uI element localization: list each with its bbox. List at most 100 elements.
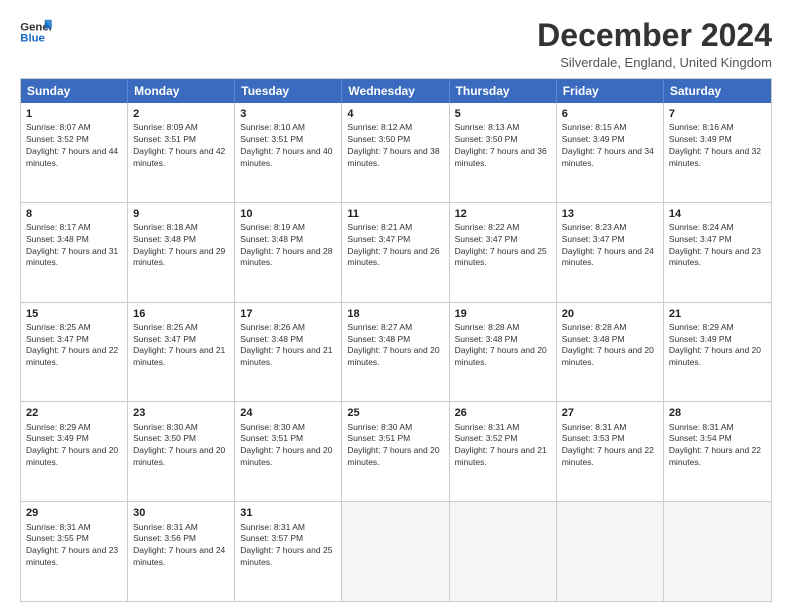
calendar-cell: 8 Sunrise: 8:17 AMSunset: 3:48 PMDayligh… xyxy=(21,203,128,302)
cell-info: Sunrise: 8:22 AMSunset: 3:47 PMDaylight:… xyxy=(455,222,547,267)
cell-info: Sunrise: 8:12 AMSunset: 3:50 PMDaylight:… xyxy=(347,122,439,167)
calendar-cell: 26 Sunrise: 8:31 AMSunset: 3:52 PMDaylig… xyxy=(450,402,557,501)
day-number: 17 xyxy=(240,307,336,321)
calendar-cell: 23 Sunrise: 8:30 AMSunset: 3:50 PMDaylig… xyxy=(128,402,235,501)
calendar-cell: 16 Sunrise: 8:25 AMSunset: 3:47 PMDaylig… xyxy=(128,303,235,402)
header-wednesday: Wednesday xyxy=(342,79,449,103)
calendar-cell: 7 Sunrise: 8:16 AMSunset: 3:49 PMDayligh… xyxy=(664,103,771,202)
calendar-row-3: 15 Sunrise: 8:25 AMSunset: 3:47 PMDaylig… xyxy=(21,303,771,403)
cell-info: Sunrise: 8:31 AMSunset: 3:55 PMDaylight:… xyxy=(26,522,118,567)
calendar-cell: 2 Sunrise: 8:09 AMSunset: 3:51 PMDayligh… xyxy=(128,103,235,202)
cell-info: Sunrise: 8:29 AMSunset: 3:49 PMDaylight:… xyxy=(26,422,118,467)
cell-info: Sunrise: 8:31 AMSunset: 3:52 PMDaylight:… xyxy=(455,422,547,467)
day-number: 5 xyxy=(455,107,551,121)
calendar-cell: 18 Sunrise: 8:27 AMSunset: 3:48 PMDaylig… xyxy=(342,303,449,402)
day-number: 31 xyxy=(240,506,336,520)
day-number: 6 xyxy=(562,107,658,121)
cell-info: Sunrise: 8:28 AMSunset: 3:48 PMDaylight:… xyxy=(455,322,547,367)
day-number: 28 xyxy=(669,406,766,420)
cell-info: Sunrise: 8:15 AMSunset: 3:49 PMDaylight:… xyxy=(562,122,654,167)
calendar-cell xyxy=(557,502,664,601)
header-friday: Friday xyxy=(557,79,664,103)
calendar-cell: 14 Sunrise: 8:24 AMSunset: 3:47 PMDaylig… xyxy=(664,203,771,302)
calendar-cell: 11 Sunrise: 8:21 AMSunset: 3:47 PMDaylig… xyxy=(342,203,449,302)
day-number: 29 xyxy=(26,506,122,520)
cell-info: Sunrise: 8:25 AMSunset: 3:47 PMDaylight:… xyxy=(133,322,225,367)
day-number: 19 xyxy=(455,307,551,321)
cell-info: Sunrise: 8:31 AMSunset: 3:56 PMDaylight:… xyxy=(133,522,225,567)
day-number: 7 xyxy=(669,107,766,121)
main-title: December 2024 xyxy=(537,18,772,53)
day-number: 10 xyxy=(240,207,336,221)
logo-icon: General Blue xyxy=(20,18,52,46)
calendar-cell: 5 Sunrise: 8:13 AMSunset: 3:50 PMDayligh… xyxy=(450,103,557,202)
page: General Blue December 2024 Silverdale, E… xyxy=(0,0,792,612)
cell-info: Sunrise: 8:30 AMSunset: 3:51 PMDaylight:… xyxy=(240,422,332,467)
calendar: Sunday Monday Tuesday Wednesday Thursday… xyxy=(20,78,772,602)
calendar-cell: 27 Sunrise: 8:31 AMSunset: 3:53 PMDaylig… xyxy=(557,402,664,501)
cell-info: Sunrise: 8:21 AMSunset: 3:47 PMDaylight:… xyxy=(347,222,439,267)
day-number: 2 xyxy=(133,107,229,121)
header-sunday: Sunday xyxy=(21,79,128,103)
calendar-cell: 15 Sunrise: 8:25 AMSunset: 3:47 PMDaylig… xyxy=(21,303,128,402)
calendar-cell: 29 Sunrise: 8:31 AMSunset: 3:55 PMDaylig… xyxy=(21,502,128,601)
cell-info: Sunrise: 8:24 AMSunset: 3:47 PMDaylight:… xyxy=(669,222,761,267)
day-number: 21 xyxy=(669,307,766,321)
day-number: 16 xyxy=(133,307,229,321)
cell-info: Sunrise: 8:07 AMSunset: 3:52 PMDaylight:… xyxy=(26,122,118,167)
cell-info: Sunrise: 8:27 AMSunset: 3:48 PMDaylight:… xyxy=(347,322,439,367)
calendar-cell: 4 Sunrise: 8:12 AMSunset: 3:50 PMDayligh… xyxy=(342,103,449,202)
calendar-header: Sunday Monday Tuesday Wednesday Thursday… xyxy=(21,79,771,103)
day-number: 13 xyxy=(562,207,658,221)
header-tuesday: Tuesday xyxy=(235,79,342,103)
calendar-cell: 12 Sunrise: 8:22 AMSunset: 3:47 PMDaylig… xyxy=(450,203,557,302)
cell-info: Sunrise: 8:10 AMSunset: 3:51 PMDaylight:… xyxy=(240,122,332,167)
logo: General Blue xyxy=(20,18,52,46)
calendar-cell: 17 Sunrise: 8:26 AMSunset: 3:48 PMDaylig… xyxy=(235,303,342,402)
calendar-row-2: 8 Sunrise: 8:17 AMSunset: 3:48 PMDayligh… xyxy=(21,203,771,303)
calendar-cell: 30 Sunrise: 8:31 AMSunset: 3:56 PMDaylig… xyxy=(128,502,235,601)
day-number: 22 xyxy=(26,406,122,420)
cell-info: Sunrise: 8:19 AMSunset: 3:48 PMDaylight:… xyxy=(240,222,332,267)
calendar-cell xyxy=(664,502,771,601)
day-number: 14 xyxy=(669,207,766,221)
calendar-row-1: 1 Sunrise: 8:07 AMSunset: 3:52 PMDayligh… xyxy=(21,103,771,203)
calendar-cell: 6 Sunrise: 8:15 AMSunset: 3:49 PMDayligh… xyxy=(557,103,664,202)
cell-info: Sunrise: 8:31 AMSunset: 3:54 PMDaylight:… xyxy=(669,422,761,467)
day-number: 1 xyxy=(26,107,122,121)
cell-info: Sunrise: 8:30 AMSunset: 3:50 PMDaylight:… xyxy=(133,422,225,467)
day-number: 11 xyxy=(347,207,443,221)
cell-info: Sunrise: 8:18 AMSunset: 3:48 PMDaylight:… xyxy=(133,222,225,267)
calendar-cell: 20 Sunrise: 8:28 AMSunset: 3:48 PMDaylig… xyxy=(557,303,664,402)
subtitle: Silverdale, England, United Kingdom xyxy=(537,55,772,70)
cell-info: Sunrise: 8:09 AMSunset: 3:51 PMDaylight:… xyxy=(133,122,225,167)
cell-info: Sunrise: 8:30 AMSunset: 3:51 PMDaylight:… xyxy=(347,422,439,467)
header: General Blue December 2024 Silverdale, E… xyxy=(20,18,772,70)
calendar-cell: 3 Sunrise: 8:10 AMSunset: 3:51 PMDayligh… xyxy=(235,103,342,202)
header-saturday: Saturday xyxy=(664,79,771,103)
day-number: 27 xyxy=(562,406,658,420)
cell-info: Sunrise: 8:17 AMSunset: 3:48 PMDaylight:… xyxy=(26,222,118,267)
calendar-cell: 22 Sunrise: 8:29 AMSunset: 3:49 PMDaylig… xyxy=(21,402,128,501)
day-number: 24 xyxy=(240,406,336,420)
calendar-cell: 25 Sunrise: 8:30 AMSunset: 3:51 PMDaylig… xyxy=(342,402,449,501)
day-number: 20 xyxy=(562,307,658,321)
calendar-cell: 21 Sunrise: 8:29 AMSunset: 3:49 PMDaylig… xyxy=(664,303,771,402)
svg-text:Blue: Blue xyxy=(20,33,45,45)
day-number: 26 xyxy=(455,406,551,420)
day-number: 30 xyxy=(133,506,229,520)
calendar-row-4: 22 Sunrise: 8:29 AMSunset: 3:49 PMDaylig… xyxy=(21,402,771,502)
calendar-row-5: 29 Sunrise: 8:31 AMSunset: 3:55 PMDaylig… xyxy=(21,502,771,601)
calendar-cell: 10 Sunrise: 8:19 AMSunset: 3:48 PMDaylig… xyxy=(235,203,342,302)
day-number: 8 xyxy=(26,207,122,221)
cell-info: Sunrise: 8:31 AMSunset: 3:57 PMDaylight:… xyxy=(240,522,332,567)
calendar-cell: 31 Sunrise: 8:31 AMSunset: 3:57 PMDaylig… xyxy=(235,502,342,601)
day-number: 23 xyxy=(133,406,229,420)
calendar-cell: 24 Sunrise: 8:30 AMSunset: 3:51 PMDaylig… xyxy=(235,402,342,501)
cell-info: Sunrise: 8:31 AMSunset: 3:53 PMDaylight:… xyxy=(562,422,654,467)
day-number: 9 xyxy=(133,207,229,221)
calendar-cell: 19 Sunrise: 8:28 AMSunset: 3:48 PMDaylig… xyxy=(450,303,557,402)
cell-info: Sunrise: 8:13 AMSunset: 3:50 PMDaylight:… xyxy=(455,122,547,167)
day-number: 15 xyxy=(26,307,122,321)
calendar-cell xyxy=(450,502,557,601)
